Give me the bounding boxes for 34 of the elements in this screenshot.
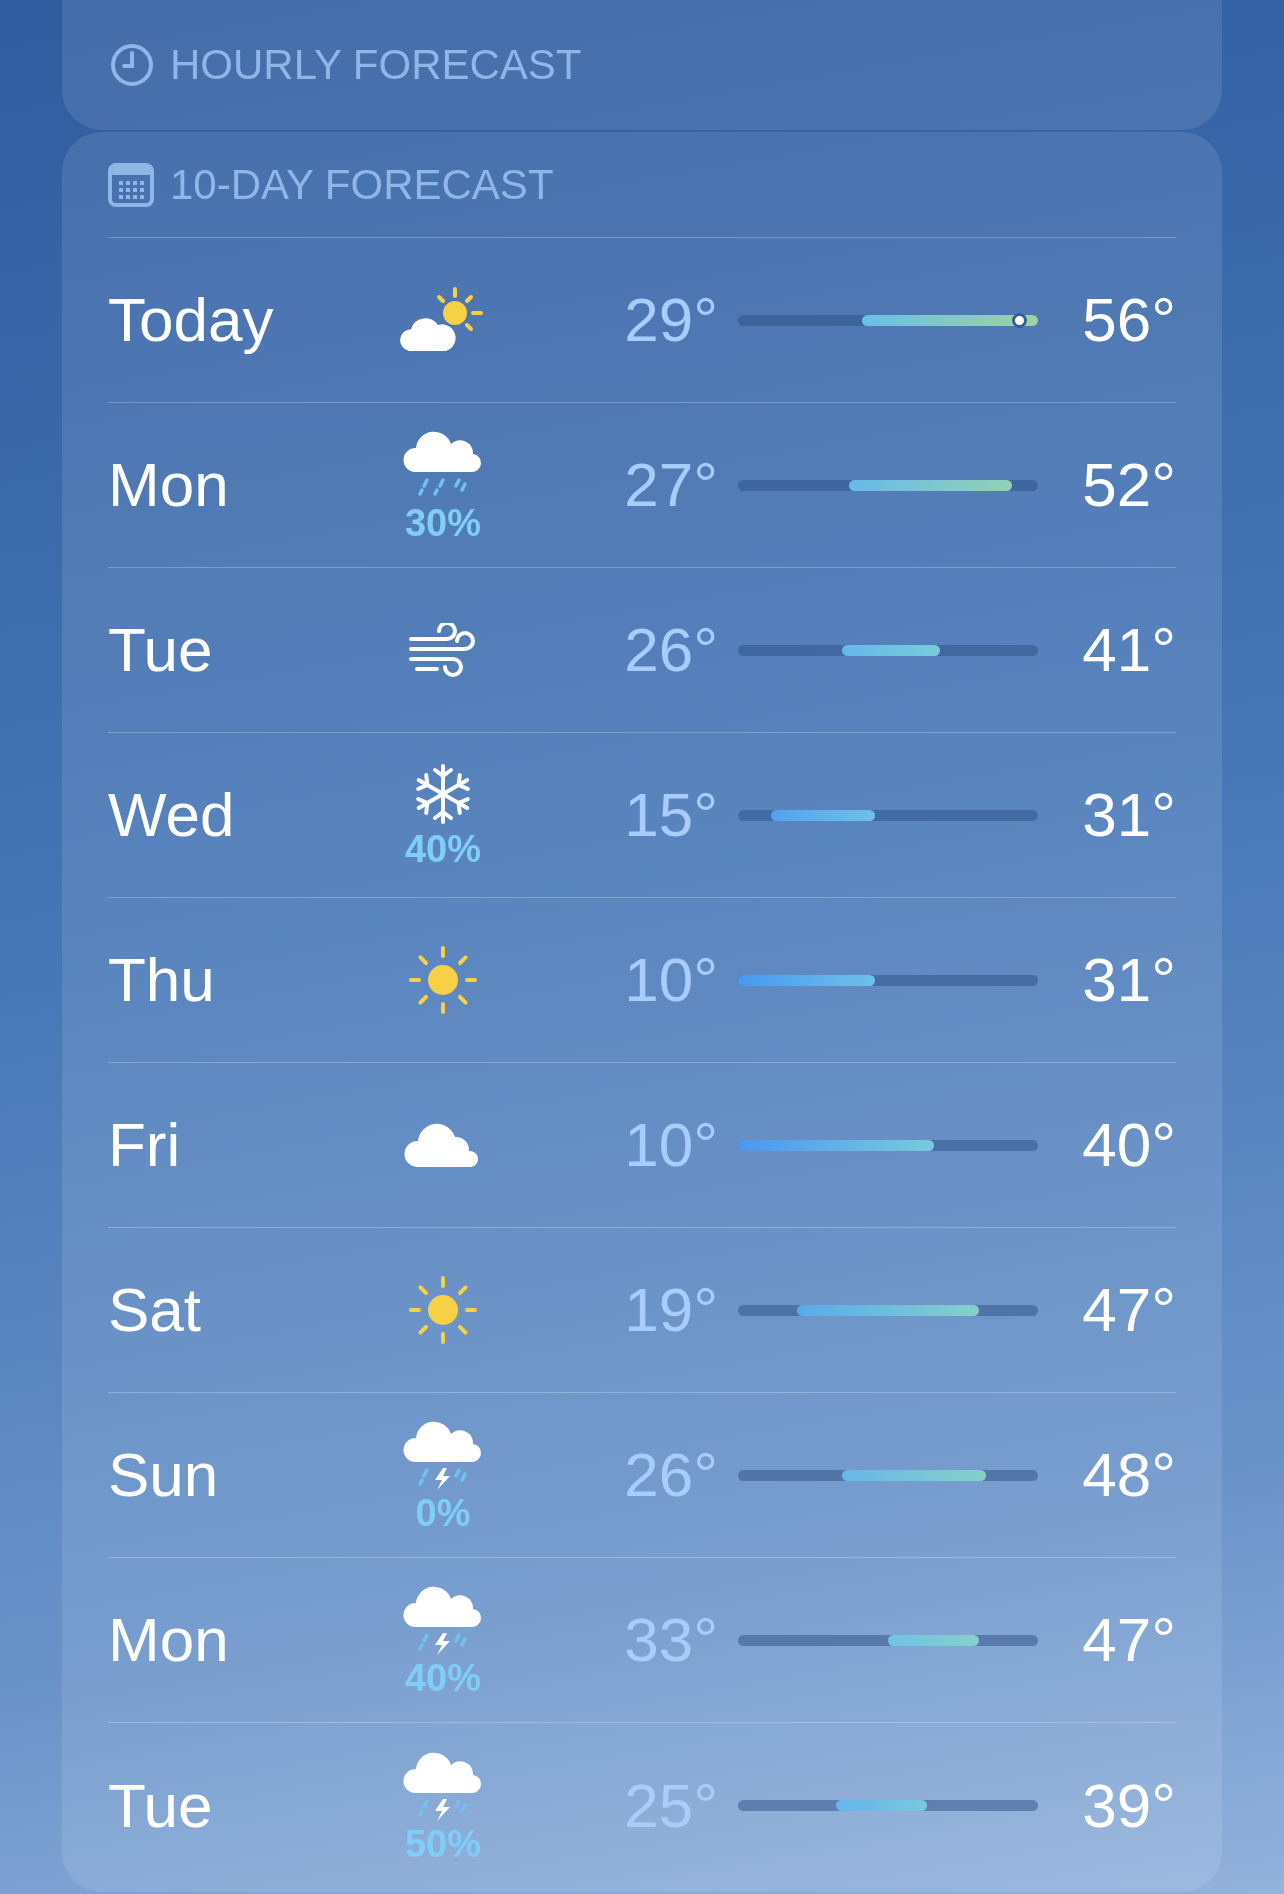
precipitation-chance: 40% [404, 830, 482, 868]
high-temperature: 40° [1081, 1114, 1176, 1176]
day-label: Fri [108, 1114, 182, 1176]
sun-icon [407, 1274, 479, 1346]
low-temperature: 26° [623, 619, 718, 681]
low-temperature: 10° [623, 949, 718, 1011]
section-title: HOURLY FORECAST [170, 44, 582, 86]
day-label: Sun [108, 1444, 220, 1506]
low-temperature: 19° [623, 1279, 718, 1341]
day-label: Thu [108, 949, 216, 1011]
low-temperature: 10° [623, 1114, 718, 1176]
high-temperature: 48° [1081, 1444, 1176, 1506]
high-temperature: 41° [1081, 619, 1176, 681]
precipitation-chance: 30% [404, 504, 482, 542]
day-label: Mon [108, 454, 230, 516]
high-temperature: 56° [1081, 289, 1176, 351]
high-temperature: 31° [1081, 784, 1176, 846]
low-temperature: 15° [623, 784, 718, 846]
day-label: Tue [108, 619, 214, 681]
calendar-icon [108, 162, 154, 207]
section-title: 10-DAY FORECAST [170, 163, 554, 206]
high-temperature: 47° [1081, 1609, 1176, 1671]
low-temperature: 27° [623, 454, 718, 516]
high-temperature: 52° [1081, 454, 1176, 516]
sun-icon [407, 944, 479, 1016]
day-label: Sat [108, 1279, 203, 1341]
high-temperature: 31° [1081, 949, 1176, 1011]
day-label: Mon [108, 1609, 230, 1671]
low-temperature: 29° [623, 289, 718, 351]
clock-icon [110, 43, 154, 87]
day-label: Tue [108, 1774, 214, 1837]
day-label: Wed [108, 784, 236, 846]
high-temperature: 39° [1081, 1774, 1176, 1837]
high-temperature: 47° [1081, 1279, 1176, 1341]
